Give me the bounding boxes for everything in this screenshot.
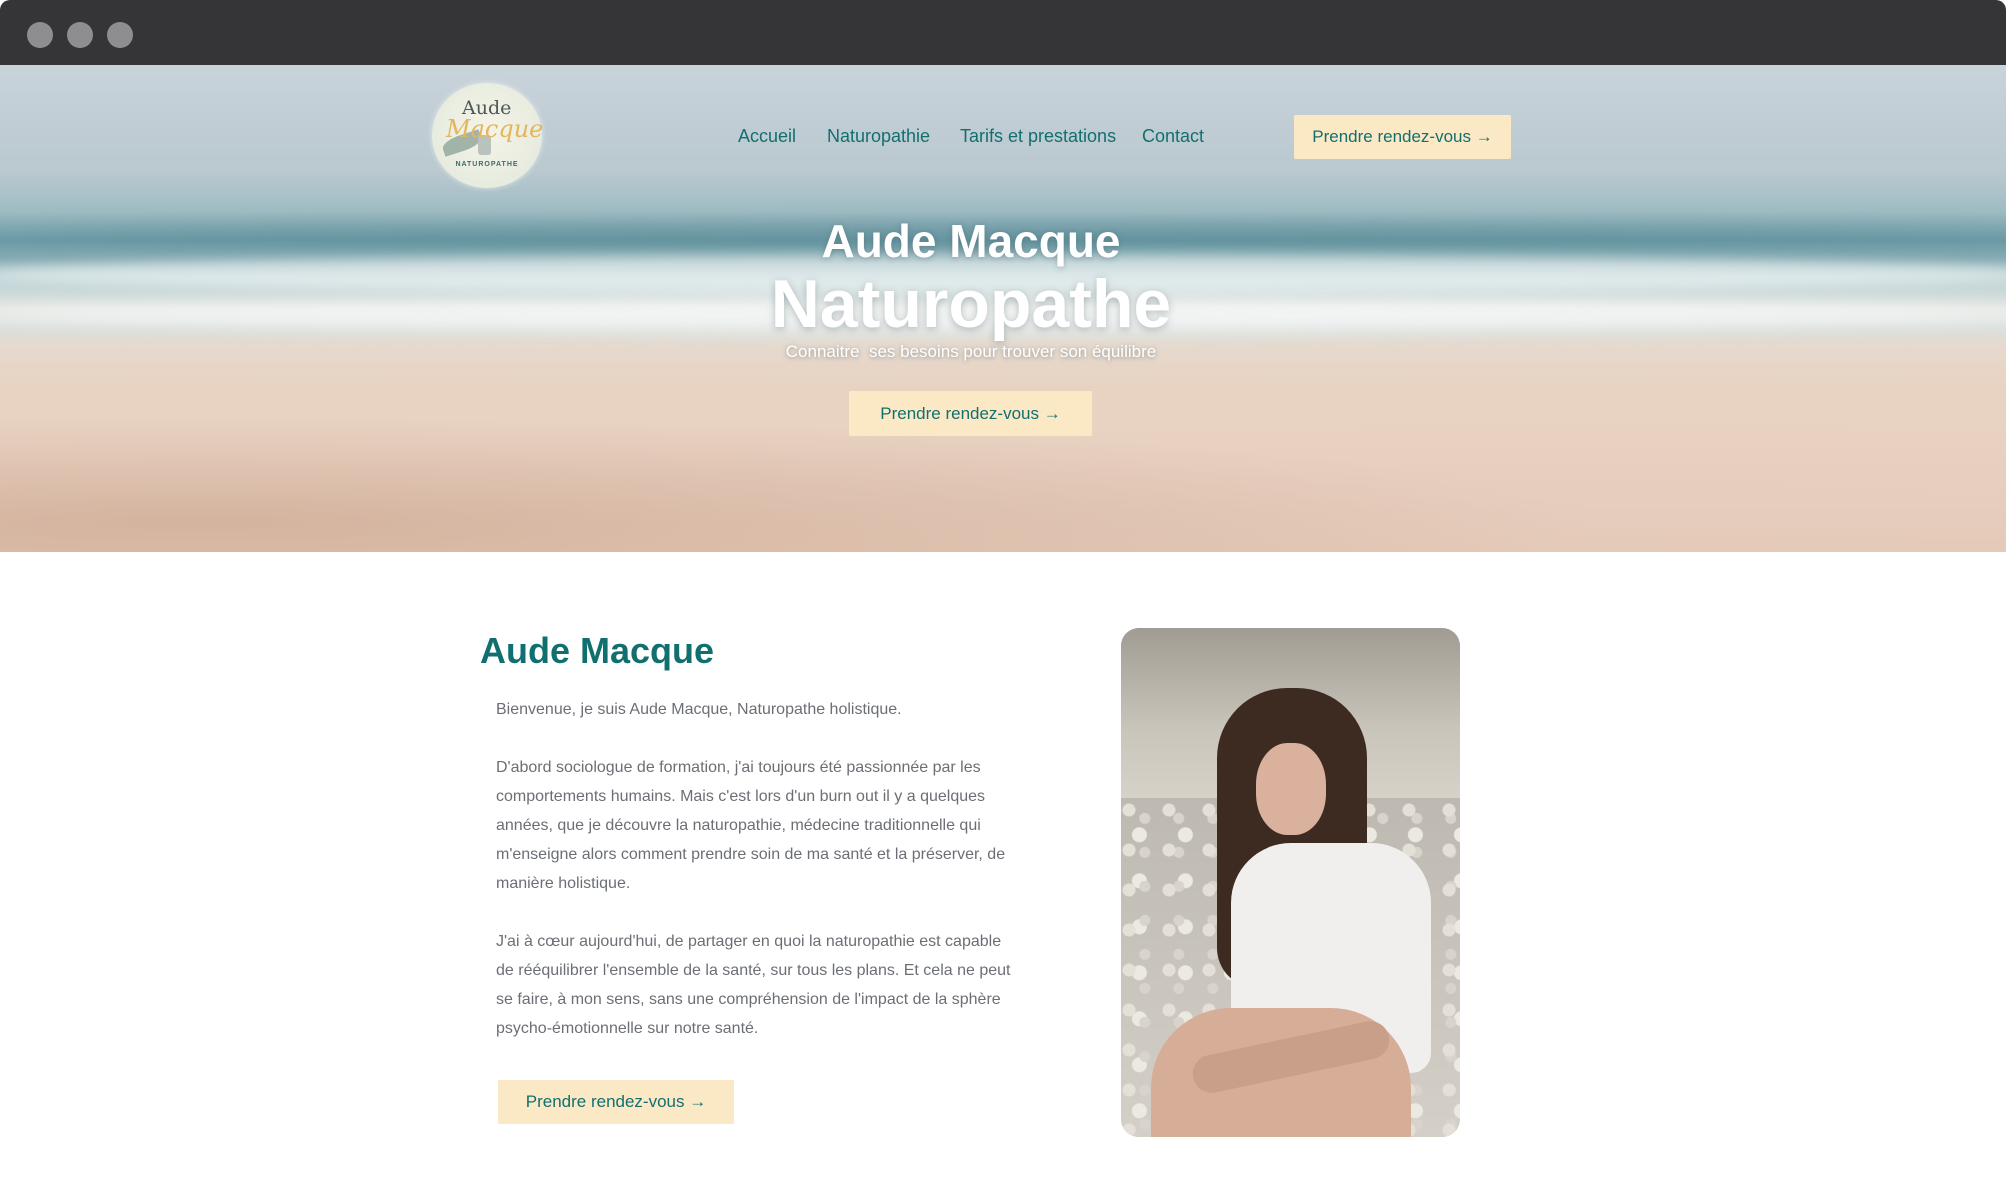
main-nav: Accueil Naturopathie Tarifs et prestatio… — [0, 126, 2006, 150]
photo-face — [1256, 743, 1326, 835]
nav-item-naturopathie[interactable]: Naturopathie — [827, 126, 930, 147]
about-appointment-button[interactable]: Prendre rendez-vous → — [498, 1080, 734, 1124]
portrait-photo — [1121, 628, 1460, 1137]
about-paragraph: Bienvenue, je suis Aude Macque, Naturopa… — [496, 701, 902, 718]
window-titlebar — [0, 0, 2006, 65]
about-paragraph: J'ai à cœur aujourd'hui, de partager en … — [496, 933, 1011, 1037]
hero-name: Aude Macque — [821, 215, 1121, 267]
nav-appointment-button[interactable]: Prendre rendez-vous → — [1294, 115, 1511, 159]
about-text: Bienvenue, je suis Aude Macque, Naturopa… — [496, 695, 1016, 1072]
hero-title: Naturopathe — [770, 266, 1172, 342]
nav-item-contact[interactable]: Contact — [1142, 126, 1204, 147]
hero-subtitle: Connaitre ses besoins pour trouver son é… — [785, 342, 1157, 361]
about-paragraph: D'abord sociologue de formation, j'ai to… — [496, 759, 1006, 892]
nav-item-accueil[interactable]: Accueil — [738, 126, 796, 147]
logo-text-tagline: NATUROPATHE — [455, 161, 519, 168]
window-maximize-button[interactable] — [107, 22, 133, 48]
hero-appointment-button[interactable]: Prendre rendez-vous → — [849, 391, 1092, 436]
nav-item-tarifs[interactable]: Tarifs et prestations — [960, 126, 1116, 147]
about-heading: Aude Macque — [480, 630, 715, 671]
window-minimize-button[interactable] — [67, 22, 93, 48]
window-close-button[interactable] — [27, 22, 53, 48]
